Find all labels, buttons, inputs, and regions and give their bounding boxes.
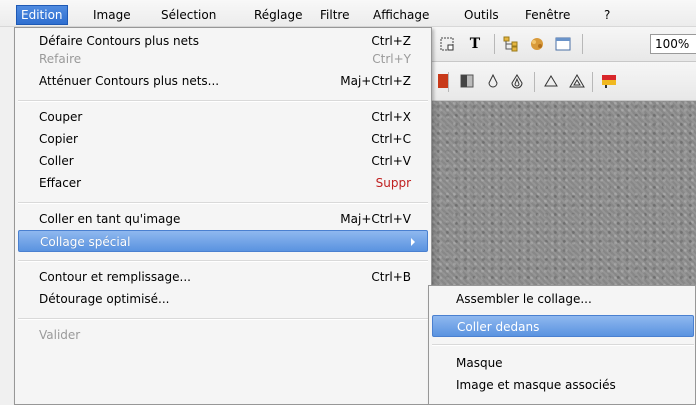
menu-item-paste-as-image[interactable]: Coller en tant qu'image Maj+Ctrl+V xyxy=(18,208,428,230)
menu-affichage[interactable]: Affichage xyxy=(369,6,433,24)
menu-selection[interactable]: Sélection xyxy=(157,6,220,24)
submenu-arrow-icon xyxy=(411,238,415,246)
menu-separator xyxy=(18,260,428,262)
menu-filtre[interactable]: Filtre xyxy=(316,6,353,24)
toolbar-separator xyxy=(448,72,449,92)
toolbar-separator xyxy=(534,72,535,92)
menu-item-paste[interactable]: Coller Ctrl+V xyxy=(18,150,428,172)
submenu-item-mask[interactable]: Masque xyxy=(432,352,694,374)
submenu-item-assemble[interactable]: Assembler le collage... xyxy=(432,288,694,310)
menu-reglage[interactable]: Réglage xyxy=(250,6,307,24)
edition-menu: Défaire Contours plus nets Ctrl+Z Refair… xyxy=(14,27,432,405)
menu-item-label: Effacer xyxy=(39,176,82,190)
paste-special-submenu: Assembler le collage... Coller dedans Ma… xyxy=(428,285,696,405)
double-triangle-icon[interactable] xyxy=(568,72,586,90)
menu-item-fade[interactable]: Atténuer Contours plus nets... Maj+Ctrl+… xyxy=(18,70,428,92)
menu-item-label: Refaire xyxy=(39,52,82,66)
menu-item-redo[interactable]: Refaire Ctrl+Y xyxy=(18,48,428,70)
toolbar-top: T 100% xyxy=(432,27,696,62)
menu-fenetre[interactable]: Fenêtre xyxy=(521,6,574,24)
menu-bar: Edition Image Sélection Réglage Filtre A… xyxy=(0,0,696,27)
menu-item-shortcut: Ctrl+Y xyxy=(372,52,411,66)
mask-icon[interactable] xyxy=(458,72,476,90)
menu-item-stroke-fill[interactable]: Contour et remplissage... Ctrl+B xyxy=(18,266,428,288)
toolbar-shapes xyxy=(432,62,696,101)
layers-tree-icon[interactable] xyxy=(502,35,520,53)
menu-item-label: Contour et remplissage... xyxy=(39,270,191,284)
submenu-item-label: Image et masque associés xyxy=(456,378,616,392)
menu-item-label: Copier xyxy=(39,132,78,146)
menu-separator xyxy=(18,202,428,204)
window-icon[interactable] xyxy=(554,35,572,53)
text-tool-icon[interactable]: T xyxy=(466,35,484,53)
plugin-icon[interactable] xyxy=(528,35,546,53)
menu-image[interactable]: Image xyxy=(89,6,135,24)
menu-item-label: Détourage optimisé... xyxy=(39,292,170,306)
double-drop-icon[interactable] xyxy=(508,72,526,90)
triangle-icon[interactable] xyxy=(542,72,560,90)
toolbar-separator xyxy=(494,34,495,54)
menu-separator xyxy=(18,318,428,320)
menu-item-shortcut: Ctrl+V xyxy=(371,154,411,168)
menu-item-label: Coller en tant qu'image xyxy=(39,212,181,226)
zoom-field[interactable]: 100% xyxy=(650,34,696,54)
menu-item-paste-special[interactable]: Collage spécial xyxy=(18,230,428,252)
menu-item-cut[interactable]: Couper Ctrl+X xyxy=(18,106,428,128)
menu-item-shortcut: Ctrl+B xyxy=(371,270,411,284)
toolbar-separator xyxy=(592,72,593,92)
menu-item-shortcut: Ctrl+C xyxy=(371,132,411,146)
menu-help[interactable]: ? xyxy=(600,6,614,24)
drop-icon[interactable] xyxy=(484,72,502,90)
submenu-item-paste-into[interactable]: Coller dedans xyxy=(432,315,694,337)
menu-item-label: Coller xyxy=(39,154,74,168)
crop-icon[interactable] xyxy=(438,35,456,53)
menu-edition[interactable]: Edition xyxy=(16,5,68,25)
menu-item-label: Atténuer Contours plus nets... xyxy=(39,74,220,88)
blend-icon[interactable] xyxy=(434,72,452,90)
menu-item-shortcut: Ctrl+X xyxy=(371,110,411,124)
menu-item-shortcut: Maj+Ctrl+V xyxy=(340,212,411,226)
menu-item-label: Couper xyxy=(39,110,83,124)
menu-separator xyxy=(18,100,428,102)
menu-item-label: Valider xyxy=(39,328,81,342)
submenu-item-label: Coller dedans xyxy=(457,320,540,334)
menu-item-validate[interactable]: Valider xyxy=(18,324,428,346)
submenu-item-label: Masque xyxy=(456,356,503,370)
gradient-icon[interactable] xyxy=(600,72,618,90)
menu-item-shortcut: Maj+Ctrl+Z xyxy=(340,74,411,88)
submenu-item-label: Assembler le collage... xyxy=(456,292,592,306)
menu-item-smart-cut[interactable]: Détourage optimisé... xyxy=(18,288,428,310)
menu-item-shortcut: Suppr xyxy=(375,176,411,190)
menu-separator xyxy=(432,344,694,346)
submenu-item-image-mask[interactable]: Image et masque associés xyxy=(432,374,694,396)
menu-item-clear[interactable]: Effacer Suppr xyxy=(18,172,428,194)
menu-outils[interactable]: Outils xyxy=(460,6,503,24)
menu-item-label: Collage spécial xyxy=(40,235,131,249)
toolbar-separator xyxy=(582,34,583,54)
menu-item-copy[interactable]: Copier Ctrl+C xyxy=(18,128,428,150)
